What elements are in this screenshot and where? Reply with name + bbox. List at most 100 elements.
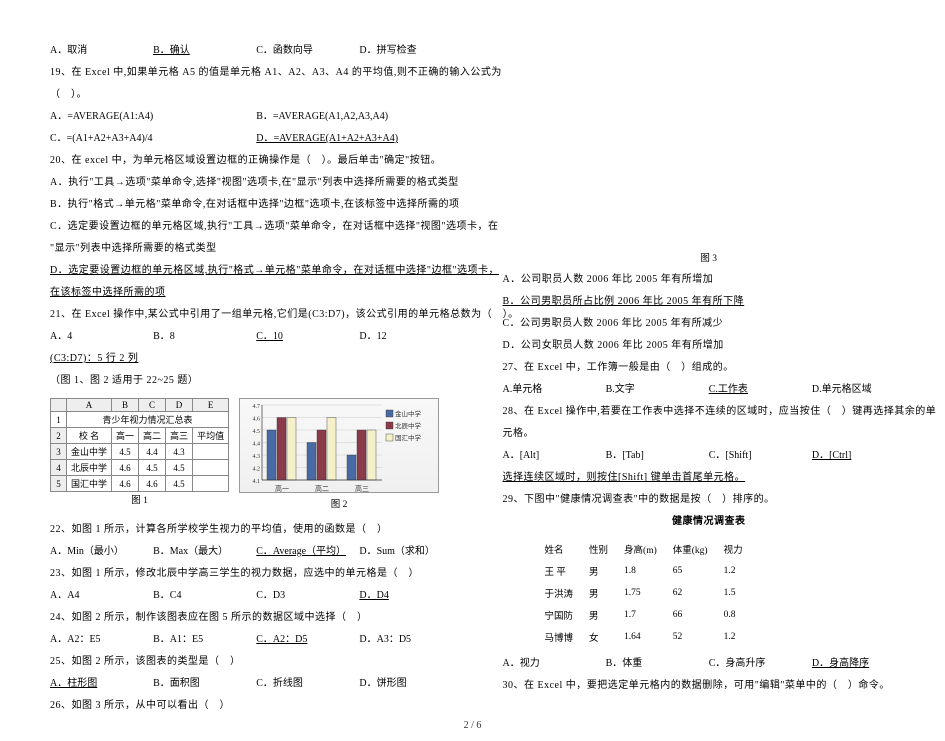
- q20-stem: 20、在 excel 中，为单元格区域设置边框的正确操作是（ ）。最后单击"确定…: [50, 150, 463, 172]
- q19-stem2: （ ）。: [50, 84, 463, 106]
- hr2-1: 男: [589, 605, 622, 625]
- q27-d: D.单元格区域: [812, 379, 915, 401]
- svg-text:4.1: 4.1: [253, 479, 261, 485]
- q19-c: C．=(A1+A2+A3+A4)/4: [50, 128, 256, 150]
- q20-b: B．执行"格式→单元格"菜单命令,在对话框中选择"边框"选项卡,在该标签中选择所…: [50, 194, 463, 216]
- health-table: 姓名 性别 身高(m) 体重(kg) 视力 王 平 男 1.8 65 1.2 于…: [543, 537, 759, 649]
- q20-c: C．选定要设置边框的单元格区域,执行"工具→选项"菜单命令，在对话框中选择"视图…: [50, 216, 463, 238]
- fig3-caption: 图 3: [503, 250, 916, 269]
- q28-d: D．[Ctrl]: [812, 445, 915, 467]
- row4-num: 4: [51, 460, 67, 476]
- q27-a: A.单元格: [503, 379, 606, 401]
- row3-num: 3: [51, 444, 67, 460]
- hr1-0: 于洪涛: [545, 583, 588, 603]
- spreadsheet-table-wrap: A B C D E 1 青少年视力情况汇总表 2 校 名 高一 高二: [50, 398, 229, 511]
- r3-c3: 4.5: [166, 476, 193, 492]
- table-title: 青少年视力情况汇总表: [67, 412, 229, 428]
- q24-a: A．A2：E5: [50, 629, 153, 651]
- q26-b: B．公司男职员所占比例 2006 年比 2005 年有所下降: [503, 291, 916, 313]
- q21-c: C．10: [256, 326, 359, 348]
- q21-a: A．4: [50, 326, 153, 348]
- h-g1: 高一: [112, 428, 139, 444]
- svg-text:4.2: 4.2: [253, 467, 261, 473]
- row2-num: 2: [51, 428, 67, 444]
- hr0-3: 65: [673, 561, 722, 581]
- fig2-caption: 图 2: [239, 496, 439, 515]
- q24-d: D．A3：D5: [359, 629, 462, 651]
- q30-stem: 30、在 Excel 中，要把选定单元格内的数据删除，可用"编辑"菜单中的（ ）…: [503, 675, 916, 697]
- q25-c: C．折线图: [256, 673, 359, 695]
- q29-c: C．身高升序: [709, 653, 812, 675]
- q24-stem: 24、如图 2 所示，制作该图表应在图 5 所示的数据区域中选择（ ）: [50, 607, 463, 629]
- bar-chart: 4.14.24.34.44.54.64.7高一高二高三金山中学北辰中学国汇中学: [239, 398, 439, 493]
- q19-row1: A．=AVERAGE(A1:A4) B．=AVERAGE(A1,A2,A3,A4…: [50, 106, 463, 128]
- q23-a: A．A4: [50, 585, 153, 607]
- q21-options: A．4 B．8 C．10 D．12: [50, 326, 463, 348]
- q22-d: D．Sum（求和）: [359, 541, 462, 563]
- row1-num: 1: [51, 412, 67, 428]
- q29-stem: 29、下图中"健康情况调查表"中的数据是按（ ）排序的。: [503, 489, 916, 511]
- r2-c4: [193, 460, 229, 476]
- q19-d: D．=AVERAGE(A1+A2+A3+A4): [256, 128, 462, 150]
- q22-a: A．Min（最小）: [50, 541, 153, 563]
- q28-c: C．[Shift]: [709, 445, 812, 467]
- q21-stem: 21、在 Excel 操作中,某公式中引用了一组单元格,它们是(C3:D7)，该…: [50, 304, 463, 326]
- q21-note: (C3:D7)：5 行 2 列: [50, 348, 463, 370]
- q21-b: B．8: [153, 326, 256, 348]
- q25-options: A．柱形图 B．面积图 C．折线图 D．饼形图: [50, 673, 463, 695]
- r2-c0: 北辰中学: [67, 460, 112, 476]
- hh-0: 姓名: [545, 539, 588, 559]
- r1-c0: 金山中学: [67, 444, 112, 460]
- h-g3: 高三: [166, 428, 193, 444]
- q18-d: D．拼写检查: [359, 40, 462, 62]
- figure-area: A B C D E 1 青少年视力情况汇总表 2 校 名 高一 高二: [50, 398, 463, 515]
- col-c: C: [139, 399, 166, 412]
- r1-c1: 4.5: [112, 444, 139, 460]
- hh-4: 视力: [724, 539, 757, 559]
- q18-b: B．确认: [153, 40, 256, 62]
- q26-a: A．公司职员人数 2006 年比 2005 年有所增加: [503, 269, 916, 291]
- q27-c: C.工作表: [709, 379, 812, 401]
- svg-text:4.4: 4.4: [253, 442, 261, 448]
- q26-c: C．公司男职员人数 2006 年比 2005 年有所减少: [503, 313, 916, 335]
- r2-c2: 4.5: [139, 460, 166, 476]
- page-footer: 2 / 6: [0, 720, 945, 731]
- svg-text:国汇中学: 国汇中学: [395, 433, 422, 442]
- hr1-1: 男: [589, 583, 622, 603]
- r1-c2: 4.4: [139, 444, 166, 460]
- hr1-4: 1.5: [724, 583, 757, 603]
- q18-c: C．函数向导: [256, 40, 359, 62]
- q29-title: 健康情况调查表: [503, 511, 916, 533]
- q19-row2: C．=(A1+A2+A3+A4)/4 D．=AVERAGE(A1+A2+A3+A…: [50, 128, 463, 150]
- q29-options: A．视力 B．体重 C．身高升序 D．身高降序: [503, 653, 916, 675]
- r1-c3: 4.3: [166, 444, 193, 460]
- hr2-0: 宁国防: [545, 605, 588, 625]
- q20-a: A．执行"工具→选项"菜单命令,选择"视图"选项卡,在"显示"列表中选择所需要的…: [50, 172, 463, 194]
- q24-b: B．A1：E5: [153, 629, 256, 651]
- left-column: A．取消 B．确认 C．函数向导 D．拼写检查 19、在 Excel 中,如果单…: [50, 40, 463, 717]
- figs-note: （图 1、图 2 适用于 22~25 题）: [50, 370, 463, 392]
- hr1-2: 1.75: [624, 583, 671, 603]
- q27-options: A.单元格 B.文字 C.工作表 D.单元格区域: [503, 379, 916, 401]
- col-a: A: [67, 399, 112, 412]
- hr0-1: 男: [589, 561, 622, 581]
- q23-b: B．C4: [153, 585, 256, 607]
- q28-b: B．[Tab]: [606, 445, 709, 467]
- r2-c1: 4.6: [112, 460, 139, 476]
- spreadsheet-table: A B C D E 1 青少年视力情况汇总表 2 校 名 高一 高二: [50, 398, 229, 492]
- q26-d: D．公司女职员人数 2006 年比 2005 年有所增加: [503, 335, 916, 357]
- hr2-2: 1.7: [624, 605, 671, 625]
- hr3-2: 1.64: [624, 627, 671, 647]
- q22-options: A．Min（最小） B．Max（最大） C．Average（平均） D．Sum（…: [50, 541, 463, 563]
- q19-stem: 19、在 Excel 中,如果单元格 A5 的值是单元格 A1、A2、A3、A4…: [50, 62, 463, 84]
- q28-options: A．[Alt] B．[Tab] C．[Shift] D．[Ctrl]: [503, 445, 916, 467]
- q25-stem: 25、如图 2 所示，该图表的类型是（ ）: [50, 651, 463, 673]
- fig1-caption: 图 1: [50, 492, 229, 511]
- q23-stem: 23、如图 1 所示，修改北辰中学高三学生的视力数据，应选中的单元格是（ ）: [50, 563, 463, 585]
- q23-c: C．D3: [256, 585, 359, 607]
- q25-d: D．饼形图: [359, 673, 462, 695]
- q19-a: A．=AVERAGE(A1:A4): [50, 106, 256, 128]
- r3-c2: 4.6: [139, 476, 166, 492]
- q28-note: 选择连续区域时，则按住[Shift] 键单击首尾单元格。: [503, 467, 916, 489]
- hh-1: 性别: [589, 539, 622, 559]
